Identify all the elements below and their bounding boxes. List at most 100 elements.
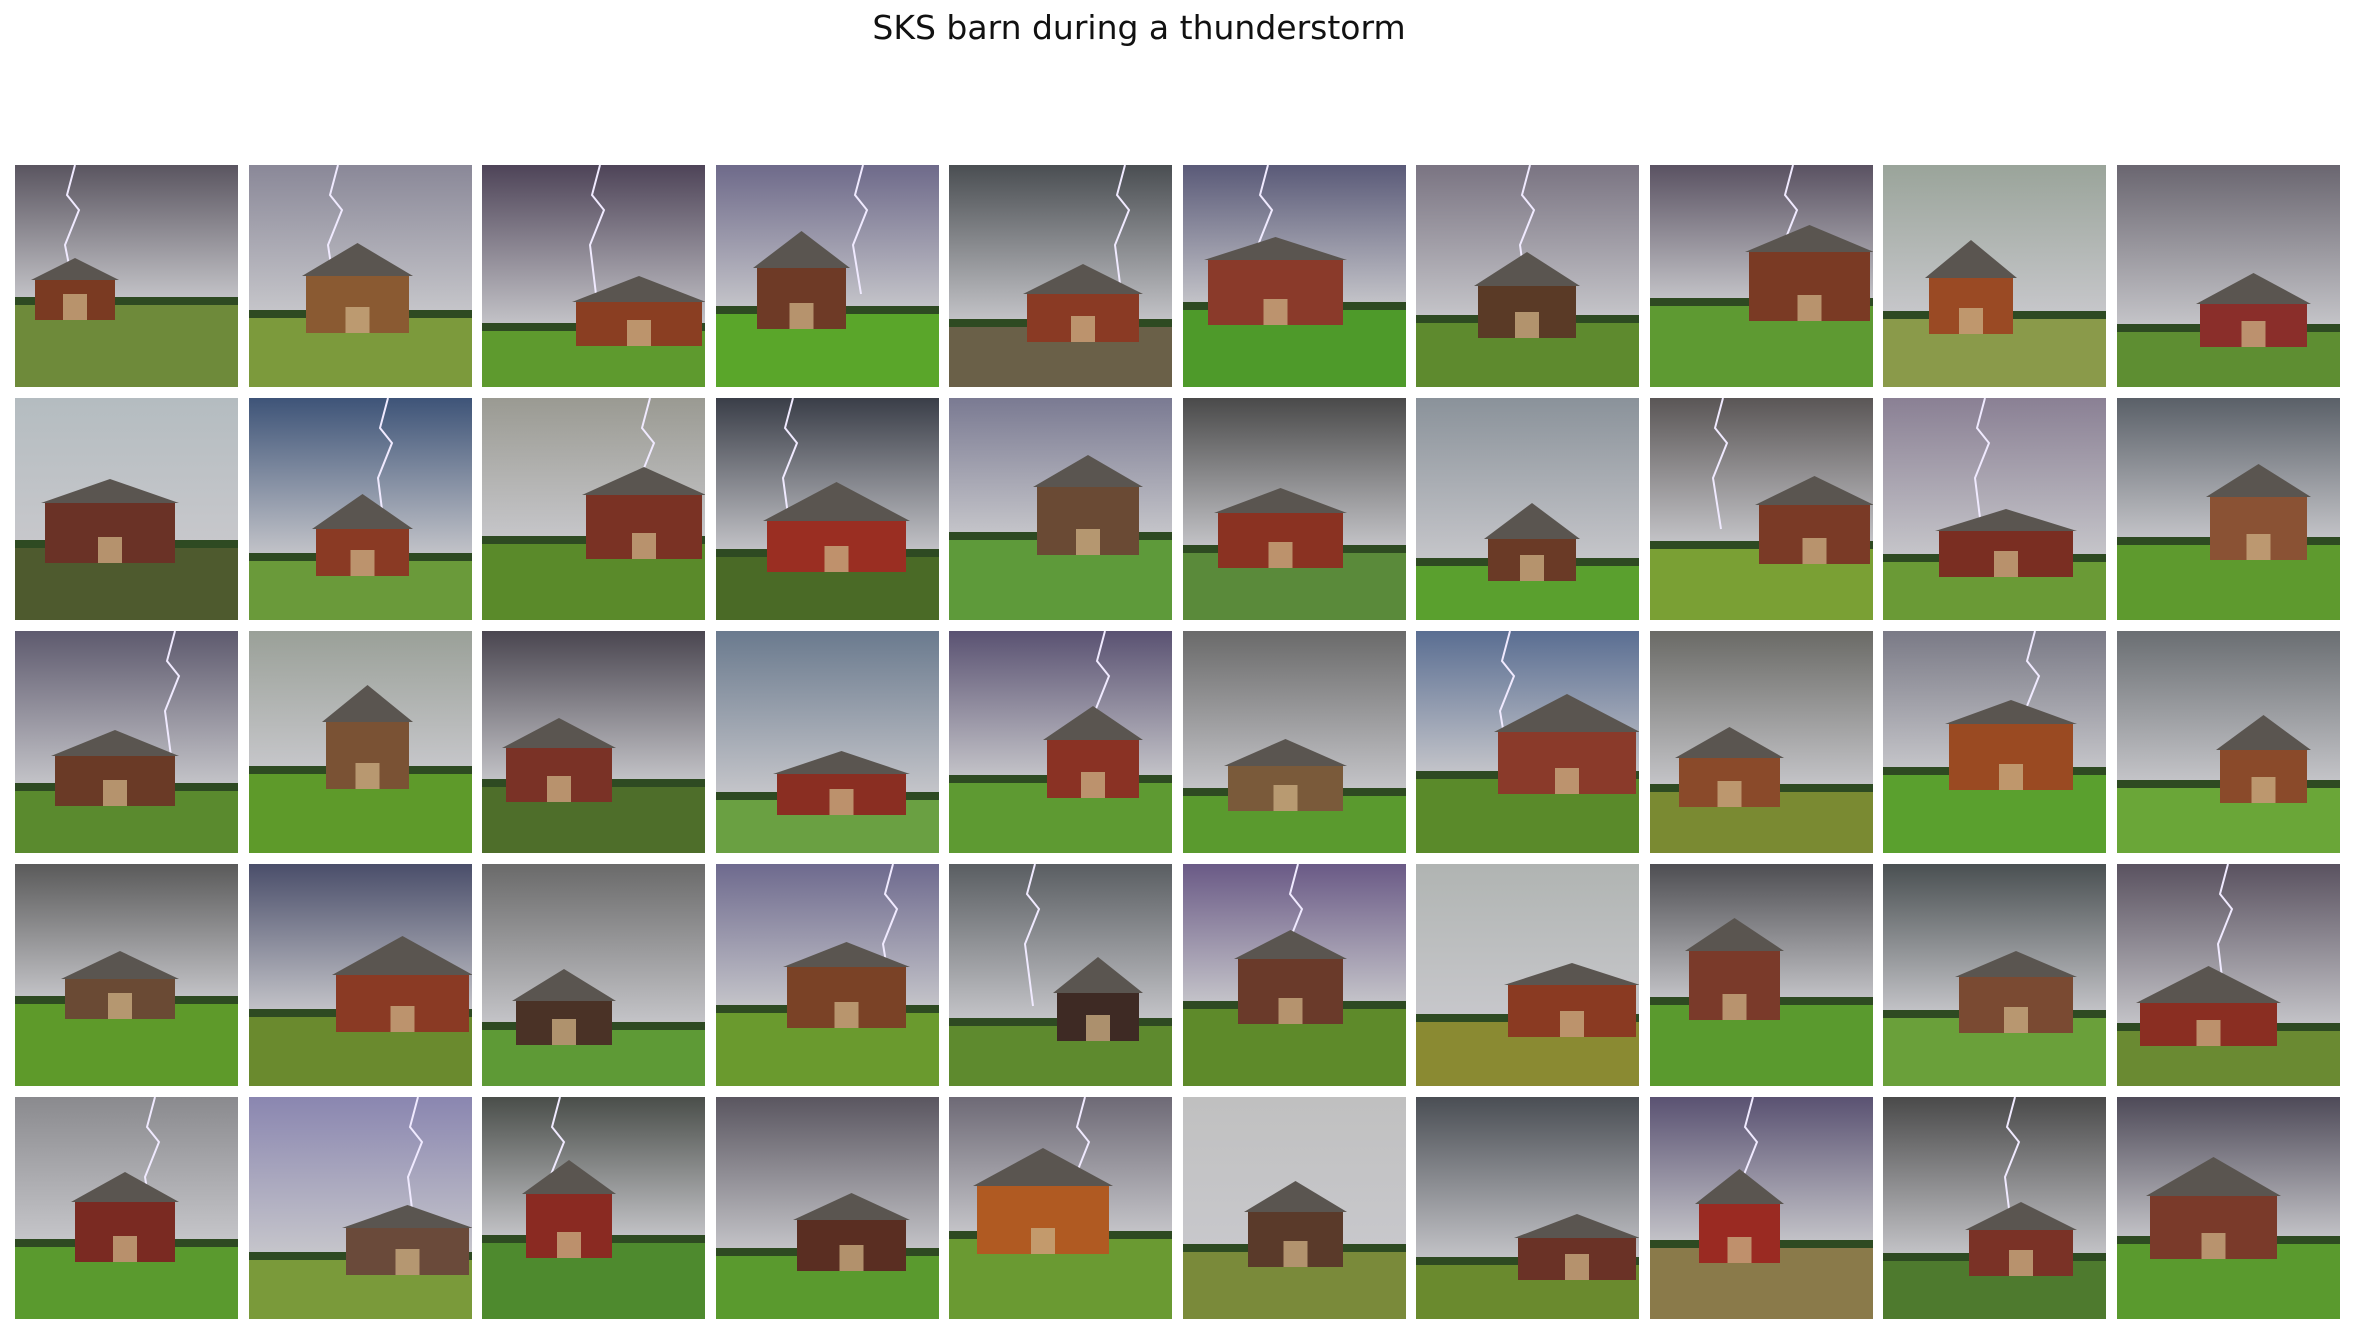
barn-door [108,993,132,1019]
barn-image-thumbnail [1183,864,1406,1086]
barn-door [1959,308,1983,334]
barn-image-thumbnail [1416,631,1639,853]
barn-door [1560,1011,1584,1037]
barn-image-thumbnail [1183,165,1406,387]
barn-door [557,1232,581,1258]
barn-door [1999,764,2023,790]
barn-door [1802,538,1827,564]
barn-image-thumbnail [2117,398,2340,620]
barn-image-thumbnail [2117,1097,2340,1319]
barn-image-thumbnail [482,165,705,387]
barn-image-thumbnail [15,398,238,620]
barn-door [834,1002,859,1028]
barn-image-thumbnail [1416,165,1639,387]
page-title: SKS barn during a thunderstorm [872,8,1406,47]
barn-door [1727,1237,1752,1263]
barn-image-thumbnail [249,1097,472,1319]
barn-image-thumbnail [1650,1097,1873,1319]
barn-image-thumbnail [949,631,1172,853]
barn-door [1071,316,1095,342]
barn-door [355,763,380,789]
barn-door [829,789,854,815]
barn-door [1268,542,1293,568]
barn-image-thumbnail [1650,165,1873,387]
barn-image-thumbnail [1183,631,1406,853]
barn-door [1565,1254,1589,1280]
barn-door [1994,551,2018,577]
barn-door [103,780,127,806]
barn-image-thumbnail [716,631,939,853]
barn-door [1520,555,1544,581]
barn-door [632,533,656,559]
barn-door [63,294,87,320]
barn-image-thumbnail [949,1097,1172,1319]
barn-image-thumbnail [2117,864,2340,1086]
barn-door [350,550,375,576]
barn-door [2251,777,2276,803]
barn-door [824,546,849,572]
barn-image-thumbnail [249,631,472,853]
barn-image-thumbnail [15,631,238,853]
barn-image-thumbnail [716,864,939,1086]
barn-door [1722,994,1747,1020]
barn-image-thumbnail [15,864,238,1086]
barn-door [1081,772,1105,798]
barn-image-thumbnail [1650,398,1873,620]
barn-image-thumbnail [249,864,472,1086]
barn-door [395,1249,420,1275]
barn-image-thumbnail [1650,864,1873,1086]
barn-door [1515,312,1539,338]
barn-door [2004,1007,2028,1033]
barn-door [1263,299,1288,325]
image-grid [15,165,2343,1325]
barn-door [2246,534,2271,560]
barn-door [1797,295,1822,321]
barn-door [2201,1233,2226,1259]
barn-image-thumbnail [482,631,705,853]
barn-image-thumbnail [482,1097,705,1319]
barn-image-thumbnail [482,864,705,1086]
barn-door [1076,529,1100,555]
barn-image-thumbnail [2117,165,2340,387]
barn-door [2009,1250,2033,1276]
barn-door [1555,768,1579,794]
barn-image-thumbnail [2117,631,2340,853]
barn-image-thumbnail [482,398,705,620]
barn-image-thumbnail [1883,864,2106,1086]
barn-image-thumbnail [1416,864,1639,1086]
barn-door [345,307,370,333]
barn-door [98,537,122,563]
barn-image-thumbnail [249,165,472,387]
barn-door [552,1019,576,1045]
barn-image-thumbnail [1183,1097,1406,1319]
barn-image-thumbnail [949,165,1172,387]
barn-door [547,776,571,802]
barn-image-thumbnail [716,1097,939,1319]
barn-door [1717,781,1742,807]
barn-image-thumbnail [1883,1097,2106,1319]
barn-image-thumbnail [1650,631,1873,853]
barn-door [1031,1228,1055,1254]
barn-door [1278,998,1303,1024]
barn-image-thumbnail [1416,398,1639,620]
barn-door [627,320,651,346]
barn-door [2241,321,2266,347]
barn-image-thumbnail [716,398,939,620]
barn-door [390,1006,415,1032]
barn-door [113,1236,137,1262]
barn-image-thumbnail [1883,398,2106,620]
barn-image-thumbnail [1883,631,2106,853]
barn-door [1273,785,1298,811]
barn-image-thumbnail [1416,1097,1639,1319]
barn-image-thumbnail [949,864,1172,1086]
barn-door [789,303,814,329]
barn-image-thumbnail [249,398,472,620]
barn-door [1086,1015,1110,1041]
barn-image-thumbnail [949,398,1172,620]
barn-image-thumbnail [15,165,238,387]
barn-image-thumbnail [1183,398,1406,620]
barn-image-thumbnail [1883,165,2106,387]
barn-door [1283,1241,1308,1267]
barn-image-thumbnail [716,165,939,387]
barn-image-thumbnail [15,1097,238,1319]
